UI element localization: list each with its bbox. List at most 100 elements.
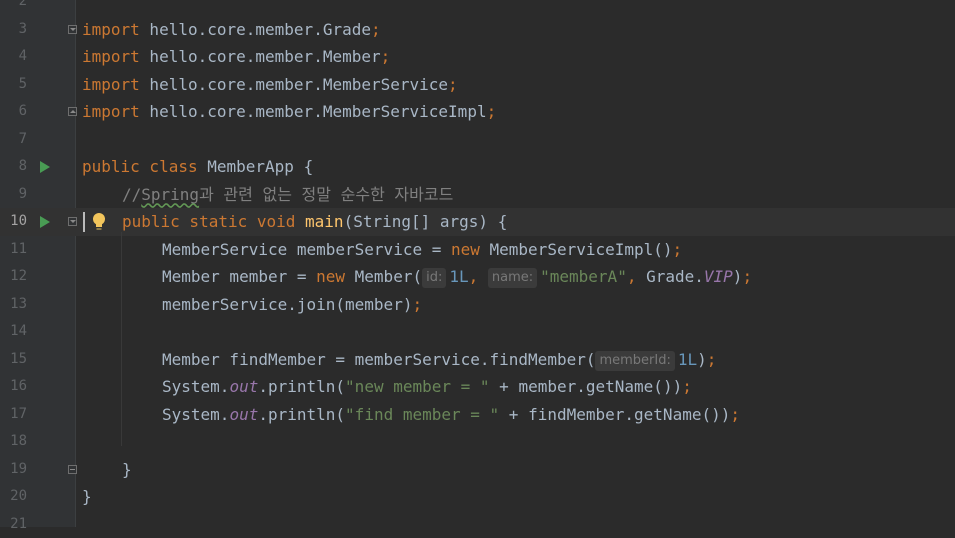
code-token: Member( (355, 267, 422, 286)
code-token: ; (381, 47, 391, 66)
code-line[interactable]: 13 memberService.join(member); (0, 291, 955, 319)
code-line[interactable]: 7 (0, 126, 955, 154)
code-token: // (122, 185, 141, 204)
line-number: 3 (0, 16, 27, 44)
line-number: 14 (0, 318, 27, 346)
code-token: , (469, 267, 488, 286)
code-token: import (82, 47, 140, 66)
code-line[interactable]: 11 MemberService memberService = new Memb… (0, 236, 955, 264)
code-token: ; (730, 405, 740, 424)
code-token: Member member = (162, 267, 316, 286)
code-token: System. (162, 405, 229, 424)
code-token: main (305, 212, 344, 231)
code-token: 1L (449, 267, 468, 286)
line-number: 12 (0, 263, 27, 291)
code-line[interactable]: 21 (0, 511, 955, 538)
code-token: "find member = " (345, 405, 499, 424)
code-text[interactable]: System.out.println("new member = " + mem… (162, 373, 692, 401)
code-token: .println( (258, 377, 345, 396)
line-number: 17 (0, 401, 27, 429)
code-line[interactable]: 9 //Spring과 관련 없는 정말 순수한 자바코드 (0, 181, 955, 209)
code-line[interactable]: 2 (0, 0, 955, 16)
fold-marker-icon[interactable] (68, 107, 77, 116)
code-line[interactable]: 6import hello.core.member.MemberServiceI… (0, 98, 955, 126)
code-token: ; (682, 377, 692, 396)
code-line[interactable]: 4import hello.core.member.Member; (0, 43, 955, 71)
code-text[interactable]: import hello.core.member.MemberService; (82, 71, 458, 99)
code-text[interactable]: import hello.core.member.Grade; (82, 16, 381, 44)
code-text[interactable]: public class MemberApp { (82, 153, 313, 181)
parameter-hint: id: (422, 268, 446, 288)
code-line[interactable]: 15Member findMember = memberService.find… (0, 346, 955, 374)
code-token: .println( (258, 405, 345, 424)
code-text[interactable]: MemberService memberService = new Member… (162, 236, 682, 264)
line-number: 11 (0, 236, 27, 264)
code-token: , (627, 267, 646, 286)
fold-marker-icon[interactable] (68, 465, 77, 474)
fold-marker-icon[interactable] (68, 25, 77, 34)
line-number: 2 (0, 0, 27, 16)
code-token: hello.core.member.MemberServiceImpl (140, 102, 487, 121)
code-token: "new member = " (345, 377, 490, 396)
code-text[interactable]: Member findMember = memberService.findMe… (162, 346, 716, 374)
run-gutter-icon[interactable] (40, 216, 50, 228)
intention-bulb-icon[interactable] (92, 212, 106, 232)
line-number: 16 (0, 373, 27, 401)
code-line[interactable]: 20} (0, 483, 955, 511)
code-text[interactable]: import hello.core.member.Member; (82, 43, 390, 71)
code-text[interactable]: import hello.core.member.MemberServiceIm… (82, 98, 496, 126)
code-token: hello.core.member.Grade (140, 20, 371, 39)
line-number: 20 (0, 483, 27, 511)
line-number: 13 (0, 291, 27, 319)
code-line[interactable]: 12 Member member = new Member(id:1L, name… (0, 263, 955, 291)
code-text[interactable]: System.out.println("find member = " + fi… (162, 401, 740, 429)
code-text[interactable]: } (122, 456, 132, 484)
code-text[interactable]: //Spring과 관련 없는 정말 순수한 자바코드 (122, 181, 453, 209)
code-text[interactable]: Member member = new Member(id:1L, name:"… (162, 263, 752, 291)
code-token: new (316, 267, 355, 286)
code-token: public class (82, 157, 207, 176)
code-token: import (82, 102, 140, 121)
code-line[interactable]: 5 import hello.core.member.MemberService; (0, 71, 955, 99)
code-token: System. (162, 377, 229, 396)
code-token: ) (733, 267, 743, 286)
code-token: + findMember.getName()) (499, 405, 730, 424)
code-text[interactable]: public static void main(String[] args) { (122, 208, 507, 236)
code-token: MemberServiceImpl() (490, 240, 673, 259)
line-number: 9 (0, 181, 27, 209)
code-line[interactable]: 17 System.out.println("find member = " + … (0, 401, 955, 429)
code-token: import (82, 75, 140, 94)
code-text[interactable]: memberService.join(member); (162, 291, 422, 319)
code-line[interactable]: 10 public static void main(String[] args)… (0, 208, 955, 236)
line-number: 5 (0, 71, 27, 99)
code-line[interactable]: 8 public class MemberApp { (0, 153, 955, 181)
code-token: public static void (122, 212, 305, 231)
code-line[interactable]: 18 (0, 428, 955, 456)
code-token: ; (412, 295, 422, 314)
code-token: ; (673, 240, 683, 259)
code-token: } (82, 487, 92, 506)
text-caret (83, 212, 85, 232)
code-token: 과 관련 없는 정말 순수한 자바코드 (199, 185, 453, 204)
code-token: ; (448, 75, 458, 94)
code-line[interactable]: 16 System.out.println("new member = " + m… (0, 373, 955, 401)
code-token: out (229, 405, 258, 424)
line-number: 18 (0, 428, 27, 456)
line-number: 10 (0, 208, 27, 236)
fold-marker-icon[interactable] (68, 217, 77, 226)
line-number: 8 (0, 153, 27, 181)
run-gutter-icon[interactable] (40, 161, 50, 173)
code-token: ; (707, 350, 717, 369)
code-token: hello.core.member.Member (140, 47, 381, 66)
code-token: ) (697, 350, 707, 369)
code-editor[interactable]: 23import hello.core.member.Grade;4import… (0, 0, 955, 527)
code-token: import (82, 20, 140, 39)
code-token: 1L (678, 350, 697, 369)
code-line[interactable]: 14 (0, 318, 955, 346)
parameter-hint: name: (488, 268, 537, 288)
code-line[interactable]: 3 import hello.core.member.Grade; (0, 16, 955, 44)
code-token: VIP (704, 267, 733, 286)
code-text[interactable]: } (82, 483, 92, 511)
line-number: 21 (0, 511, 27, 538)
code-line[interactable]: 19} (0, 456, 955, 484)
